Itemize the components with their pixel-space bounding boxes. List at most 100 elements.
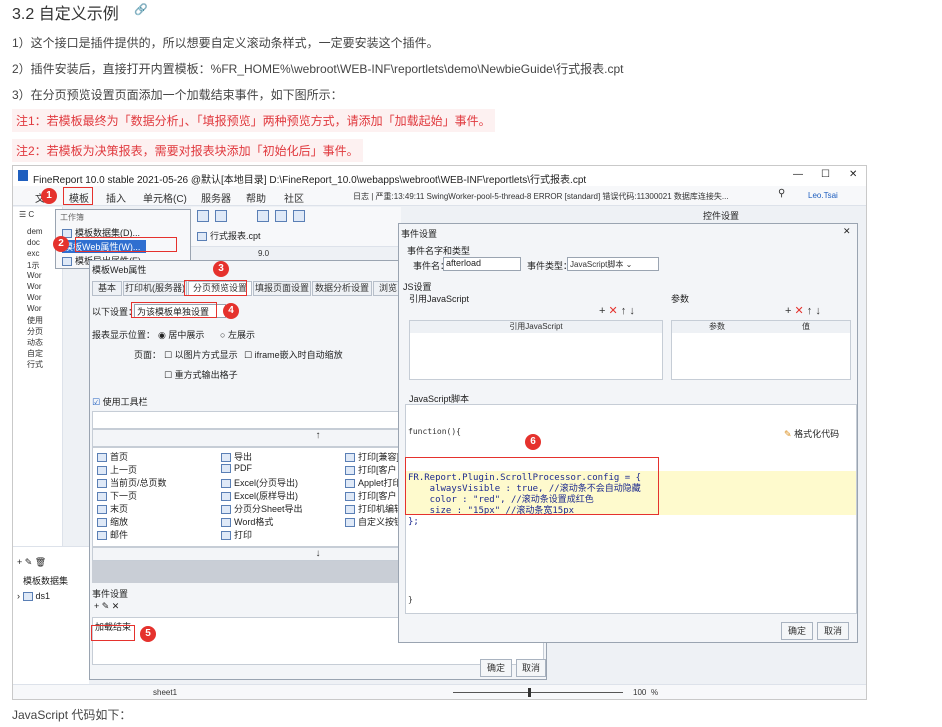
radio-left[interactable]: ○ 左展示 — [220, 328, 255, 341]
menu-cell[interactable]: 单元格(C) — [143, 190, 187, 205]
link-icon[interactable]: 🔗 — [134, 3, 148, 16]
toolbar-button-item[interactable]: 打印[客户 — [345, 489, 397, 502]
toolbar-button-item[interactable]: Excel(原样导出) — [221, 489, 298, 502]
toolbar-button-item[interactable]: 分页分Sheet导出 — [221, 502, 303, 515]
paragraph-2: 2）插件安装后，直接打开内置模板：%FR_HOME%\webroot\WEB-I… — [12, 62, 624, 76]
tree-toolbar-icons[interactable]: ☰ C — [19, 210, 34, 219]
toolbar-button-item[interactable]: 打印机编辑 — [345, 502, 403, 515]
event-dialog-title: 事件设置 — [401, 229, 438, 239]
toolbar-button-item[interactable]: Applet打印 — [345, 476, 402, 489]
event-dialog-close-icon[interactable]: ✕ — [843, 226, 851, 237]
note-1: 注1：若模板最终为「数据分析」、「填报预览」两种预览方式，请添加「加载起始」事件… — [12, 109, 495, 132]
copy-icon[interactable] — [275, 210, 287, 222]
dataset-toolbar[interactable]: + ✎ 🗑 — [17, 557, 46, 568]
event-type-label: 事件类型： — [527, 261, 573, 271]
highlight-web-attr — [75, 237, 177, 252]
checkbox-image[interactable]: ☐ 以图片方式显示 — [164, 348, 238, 361]
font-size-value[interactable]: 9.0 — [258, 249, 269, 258]
tree-item[interactable]: 行式 — [27, 359, 43, 370]
toolbar-button-item[interactable]: 导出 — [221, 450, 252, 463]
menu-insert[interactable]: 插入 — [106, 190, 126, 205]
user-name[interactable]: Leo.Tsai — [808, 191, 838, 200]
paste-icon[interactable] — [293, 210, 305, 222]
tree-item[interactable]: Wor — [27, 293, 42, 302]
close-button[interactable]: ✕ — [849, 169, 857, 180]
toolbar-button-item[interactable]: 打印[兼容] — [345, 450, 399, 463]
ref-js-header: 引用JavaScript — [410, 321, 662, 333]
highlight-setting-select — [131, 302, 217, 318]
button-icon — [345, 453, 355, 463]
save-icon[interactable] — [197, 210, 209, 222]
window-titlebar: FineReport 10.0 stable 2021-05-26 @默认[本地… — [13, 166, 866, 186]
toolbar-button-item[interactable]: 自定义按钮 — [345, 515, 403, 528]
checkbox-grid[interactable]: ☐ 重方式输出格子 — [164, 368, 238, 381]
event-type-select[interactable]: JavaScript脚本 ⌄ — [567, 257, 659, 271]
step-badge-3: 3 — [213, 261, 229, 277]
event-settings-label: 事件设置 — [92, 589, 129, 599]
menu-community[interactable]: 社区 — [284, 190, 304, 205]
search-icon[interactable]: ⚲ — [778, 188, 785, 199]
button-icon — [97, 518, 107, 528]
button-icon — [345, 492, 355, 502]
param-toolbar[interactable]: + ✕ ↑ ↓ — [785, 304, 821, 317]
format-code-button[interactable]: ✎ 格式化代码 — [784, 427, 839, 440]
toolbar-button-item[interactable]: PDF — [221, 463, 252, 474]
tree-item[interactable]: exc — [27, 249, 39, 258]
toolbar-button-item[interactable]: 首页 — [97, 450, 128, 463]
undo-icon[interactable] — [215, 210, 227, 222]
radio-center[interactable]: ◉ 居中展示 — [158, 328, 204, 341]
event-ok-button[interactable]: 确定 — [781, 622, 813, 640]
toolbar-button-item[interactable]: Excel(分页导出) — [221, 476, 298, 489]
sheet-tab[interactable]: sheet1 — [153, 688, 177, 697]
database-icon — [22, 592, 33, 602]
step-badge-6: 6 — [525, 434, 541, 450]
tree-item[interactable]: Wor — [27, 282, 42, 291]
zoom-slider[interactable] — [453, 692, 623, 693]
finereport-logo — [18, 170, 28, 181]
toolbar-button-item[interactable]: Word格式 — [221, 515, 273, 528]
toolbar-button-item[interactable]: 末页 — [97, 502, 128, 515]
tree-item[interactable]: 分页 — [27, 326, 43, 337]
zoom-value[interactable]: 100 — [633, 688, 646, 697]
param-table: 参数 值 — [671, 320, 851, 380]
tree-item[interactable]: Wor — [27, 271, 42, 280]
dataset-item[interactable]: › ds1 — [17, 591, 50, 602]
event-toolbar[interactable]: + ✎ ✕ — [94, 601, 119, 612]
tab-0[interactable]: 基本 — [92, 281, 122, 296]
event-name-input[interactable]: afterload — [443, 257, 521, 271]
minimize-button[interactable]: — — [793, 169, 803, 180]
maximize-button[interactable]: ☐ — [821, 169, 830, 180]
tree-item[interactable]: 自定 — [27, 348, 43, 359]
tree-item[interactable]: 使用 — [27, 315, 43, 326]
tree-item[interactable]: 1示 — [27, 260, 39, 271]
menu-server[interactable]: 服务器 — [201, 190, 231, 205]
toolbar-button-item[interactable]: 打印 — [221, 528, 252, 541]
button-icon — [345, 479, 355, 489]
tab-1[interactable]: 打印机(服务器) — [123, 281, 187, 296]
tab-4[interactable]: 数据分析设置 — [312, 281, 372, 296]
tree-item[interactable]: 动态 — [27, 337, 43, 348]
checkbox-iframe[interactable]: ☐ iframe嵌入时自动缩放 — [244, 348, 343, 361]
toolbar-button-item[interactable]: 缩放 — [97, 515, 128, 528]
file-tab[interactable]: 行式报表.cpt — [197, 229, 261, 242]
toolbar-button-item[interactable]: 下一页 — [97, 489, 137, 502]
tree-item[interactable]: dem — [27, 227, 43, 236]
ref-js-toolbar[interactable]: + ✕ ↑ ↓ — [599, 304, 635, 317]
cut-icon[interactable] — [257, 210, 269, 222]
tree-item[interactable]: Wor — [27, 304, 42, 313]
toolbar-button-item[interactable]: 当前页/总页数 — [97, 476, 167, 489]
web-cancel-button[interactable]: 取消 — [516, 659, 546, 677]
log-text: 日志 | 严重:13:49:11 SwingWorker-pool-5-thre… — [353, 192, 729, 201]
toolbar-button-item[interactable]: 打印[客户 — [345, 463, 397, 476]
button-icon — [221, 518, 231, 528]
toolbar-button-item[interactable]: 上一页 — [97, 463, 137, 476]
zoom-thumb[interactable] — [528, 688, 531, 697]
web-ok-button[interactable]: 确定 — [480, 659, 512, 677]
checkbox-toolbar[interactable]: ☑ 使用工具栏 — [92, 395, 148, 408]
position-label: 报表显示位置： — [92, 330, 156, 340]
tree-item[interactable]: doc — [27, 238, 40, 247]
event-cancel-button[interactable]: 取消 — [817, 622, 849, 640]
toolbar-button-item[interactable]: 邮件 — [97, 528, 128, 541]
tab-3[interactable]: 填报页面设置 — [253, 281, 311, 296]
menu-help[interactable]: 帮助 — [246, 190, 266, 205]
